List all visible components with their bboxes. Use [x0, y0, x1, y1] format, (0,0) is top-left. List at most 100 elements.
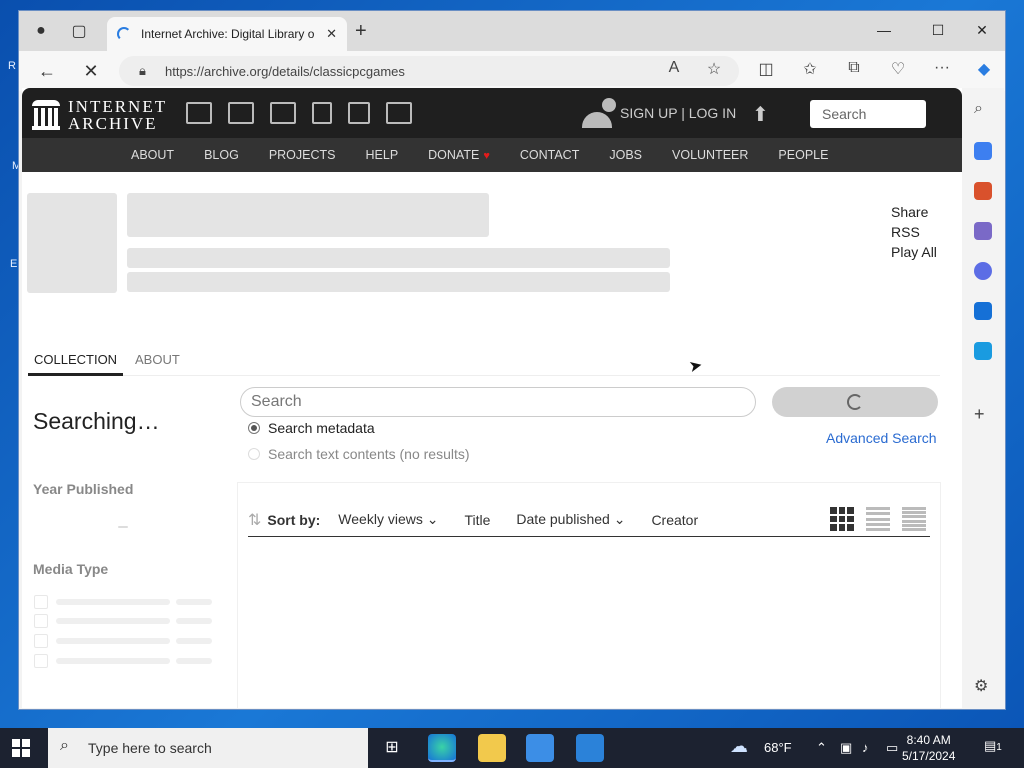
weather-icon[interactable]: ☁	[730, 736, 748, 757]
task-view-icon[interactable]: ⊞	[378, 734, 406, 762]
collection-search-input[interactable]: Search	[240, 387, 756, 417]
nav-projects[interactable]: PROJECTS	[269, 148, 336, 162]
settings-gear-icon[interactable]: ⚙	[974, 676, 992, 695]
lock-icon: 🔒︎	[139, 63, 146, 78]
nav-help[interactable]: HELP	[366, 148, 399, 162]
taskbar-search[interactable]: ⌕ Type here to search	[48, 728, 368, 768]
tab-collection[interactable]: COLLECTION	[28, 350, 124, 376]
ia-search-input[interactable]: Search	[810, 100, 926, 128]
chevron-down-icon: ⌄	[613, 511, 626, 527]
collections-icon[interactable]: ⧉	[841, 59, 867, 77]
send-icon[interactable]	[974, 342, 992, 360]
nav-blog[interactable]: BLOG	[204, 148, 239, 162]
desktop-icon-label[interactable]: R	[8, 60, 16, 72]
nav-jobs[interactable]: JOBS	[609, 148, 642, 162]
facet-placeholder	[118, 526, 128, 528]
video-icon[interactable]	[270, 102, 296, 124]
favorite-star-icon[interactable]: ☆	[701, 59, 727, 79]
shopping-icon[interactable]	[974, 142, 992, 160]
network-icon[interactable]: ▣	[840, 740, 852, 756]
split-screen-icon[interactable]: ◫	[753, 59, 779, 79]
collection-tabs: COLLECTION ABOUT	[28, 350, 940, 376]
nav-donate-label: DONATE	[428, 148, 480, 162]
profile-icon[interactable]: ●	[27, 19, 55, 43]
more-menu-icon[interactable]: ···	[929, 59, 955, 77]
share-link[interactable]: Share	[891, 202, 937, 222]
loading-spinner-icon	[117, 27, 131, 41]
sort-date-published[interactable]: Date published ⌄	[516, 511, 625, 528]
volume-muted-icon[interactable]: ♪	[862, 740, 869, 755]
tools-icon[interactable]	[974, 182, 992, 200]
clock-time: 8:40 AM	[906, 733, 951, 747]
outlook-icon[interactable]	[974, 302, 992, 320]
copilot-icon[interactable]: ◆	[971, 59, 997, 79]
web-icon[interactable]	[186, 102, 212, 124]
url-field[interactable]: 🔒︎ https://archive.org/details/classicpc…	[119, 56, 739, 86]
new-tab-button[interactable]: +	[355, 21, 367, 41]
search-icon[interactable]: ⌕	[974, 100, 992, 118]
nav-about[interactable]: ABOUT	[131, 148, 174, 162]
compact-list-view-icon[interactable]	[902, 507, 926, 531]
grid-view-icon[interactable]	[830, 507, 854, 531]
games-icon[interactable]	[974, 222, 992, 240]
sort-direction-icon[interactable]: ⇅	[248, 510, 261, 530]
rss-link[interactable]: RSS	[891, 222, 937, 242]
close-button[interactable]: ✕	[959, 17, 1005, 43]
tab-actions-icon[interactable]: ▢	[65, 19, 93, 43]
weather-temp[interactable]: 68°F	[764, 740, 792, 755]
tab-about[interactable]: ABOUT	[135, 350, 180, 376]
advanced-search-link[interactable]: Advanced Search	[826, 430, 937, 446]
stop-loading-button[interactable]: ✕	[77, 59, 105, 83]
read-aloud-icon[interactable]: A	[661, 59, 687, 77]
texts-icon[interactable]	[228, 102, 254, 124]
images-icon[interactable]	[386, 102, 412, 124]
favorites-icon[interactable]: ✩	[797, 59, 823, 79]
facet-checkbox-placeholder	[34, 614, 48, 628]
search-submit-button[interactable]	[772, 387, 938, 417]
file-explorer-icon[interactable]	[478, 734, 506, 762]
facet-checkbox-placeholder	[34, 654, 48, 668]
minimize-button[interactable]: —	[861, 17, 907, 43]
back-button[interactable]: ←	[33, 59, 61, 83]
add-icon[interactable]: +	[974, 404, 992, 424]
audio-icon[interactable]	[312, 102, 332, 124]
desktop-icon-label[interactable]: E	[10, 258, 17, 270]
start-windows-icon[interactable]	[12, 739, 30, 757]
microsoft-365-icon[interactable]	[974, 262, 992, 280]
ia-logo[interactable]: INTERNET ARCHIVE	[32, 98, 167, 132]
browser-tab[interactable]: Internet Archive: Digital Library o ✕	[107, 17, 347, 51]
sort-title[interactable]: Title	[464, 512, 490, 528]
sort-weekly-views[interactable]: Weekly views ⌄	[338, 511, 438, 528]
radio-search-metadata[interactable]: Search metadata	[248, 420, 375, 436]
notifications-icon[interactable]: ▤1	[984, 738, 1002, 754]
facet-line-placeholder	[176, 638, 212, 644]
nav-people[interactable]: PEOPLE	[778, 148, 828, 162]
nav-volunteer[interactable]: VOLUNTEER	[672, 148, 748, 162]
tab-close-icon[interactable]: ✕	[326, 26, 337, 42]
clock[interactable]: 8:40 AM 5/17/2024	[902, 732, 955, 764]
clock-date: 5/17/2024	[902, 749, 956, 763]
play-all-link[interactable]: Play All	[891, 242, 937, 262]
list-detail-view-icon[interactable]	[866, 507, 890, 531]
store-icon[interactable]	[526, 734, 554, 762]
browser-essentials-icon[interactable]: ♡	[885, 59, 911, 79]
maximize-button[interactable]: ☐	[915, 17, 961, 43]
mail-icon[interactable]	[576, 734, 604, 762]
tab-title: Internet Archive: Digital Library o	[141, 27, 315, 41]
software-icon[interactable]	[348, 102, 370, 124]
sort-creator[interactable]: Creator	[651, 512, 698, 528]
url-text: https://archive.org/details/classicpcgam…	[165, 63, 405, 79]
radio-text-label: Search text contents (no results)	[268, 446, 470, 462]
edge-app-icon[interactable]	[428, 734, 456, 762]
nav-contact[interactable]: CONTACT	[520, 148, 580, 162]
logo-line1: INTERNET	[68, 97, 168, 116]
signup-login-link[interactable]: SIGN UP | LOG IN	[620, 105, 736, 121]
upload-icon[interactable]: ⬆	[752, 102, 769, 127]
tray-chevron-icon[interactable]: ⌃	[816, 740, 827, 756]
ime-icon[interactable]: ▭	[886, 740, 898, 756]
taskbar-search-placeholder: Type here to search	[88, 740, 212, 756]
nav-donate[interactable]: DONATE ♥	[428, 148, 490, 162]
user-icon[interactable]	[582, 98, 616, 128]
facet-line-placeholder	[176, 599, 212, 605]
ia-nav-bar: ABOUT BLOG PROJECTS HELP DONATE ♥ CONTACT…	[22, 138, 962, 172]
